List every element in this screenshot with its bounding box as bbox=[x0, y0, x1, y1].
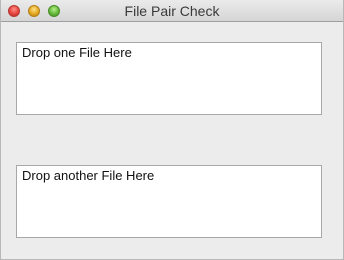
app-window: File Pair Check Drop one File Here Drop … bbox=[0, 0, 344, 260]
second-drop-zone-label: Drop another File Here bbox=[22, 168, 155, 183]
second-file-drop-zone[interactable]: Drop another File Here bbox=[16, 165, 322, 238]
window-title: File Pair Check bbox=[124, 3, 220, 19]
first-drop-zone-label: Drop one File Here bbox=[22, 45, 132, 60]
first-file-drop-zone[interactable]: Drop one File Here bbox=[16, 42, 322, 115]
title-bar[interactable]: File Pair Check bbox=[1, 0, 343, 22]
